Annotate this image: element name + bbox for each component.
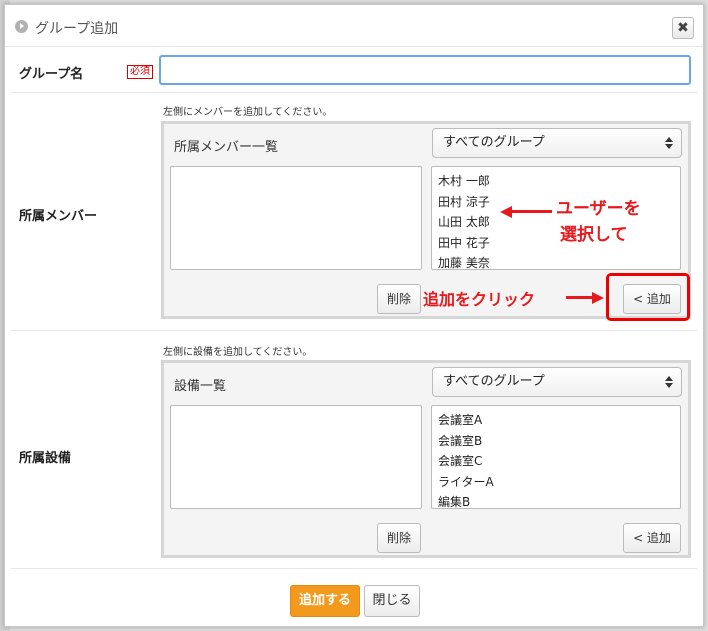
members-panel-label: 所属メンバー一覧 <box>174 140 279 155</box>
list-item[interactable]: 木村 一郎 <box>438 171 674 192</box>
required-badge: 必須 <box>127 65 153 79</box>
dialog-title: グループ追加 <box>35 21 119 37</box>
select-arrows-icon <box>665 137 673 149</box>
members-selected-list[interactable] <box>170 166 422 270</box>
select-arrows-icon <box>665 376 673 388</box>
facilities-label: 所属設備 <box>19 451 72 466</box>
facilities-panel-label: 設備一覧 <box>174 379 227 394</box>
group-name-input[interactable] <box>159 55 691 85</box>
group-name-label: グループ名 <box>19 67 84 82</box>
members-hint: 左側にメンバーを追加してください。 <box>163 107 333 118</box>
add-group-dialog: グループ追加 ✖ グループ名 必須 所属メンバー 左側にメンバーを追加してくださ… <box>4 4 704 627</box>
members-group-select-value: すべてのグループ <box>443 135 545 150</box>
facilities-section: 所属設備 左側に設備を追加してください。 設備一覧 すべてのグループ 会議室A … <box>11 331 697 569</box>
group-name-row: グループ名 必須 <box>11 47 697 93</box>
list-item[interactable]: 加藤 美奈 <box>438 253 674 269</box>
annotation-select-users: ユーザーを 選択して <box>556 196 641 248</box>
annotation-select-line2: 選択して <box>560 225 628 245</box>
facilities-hint: 左側に設備を追加してください。 <box>163 347 313 358</box>
members-delete-button[interactable]: 削除 <box>377 284 421 314</box>
members-group-select[interactable]: すべてのグループ <box>432 128 682 158</box>
annotation-click-add: 追加をクリック <box>423 290 536 309</box>
facilities-add-button[interactable]: < 追加 <box>623 523 681 553</box>
dialog-titlebar: グループ追加 ✖ <box>5 5 703 47</box>
list-item[interactable]: 会議室B <box>438 431 674 452</box>
list-item[interactable]: ライターA <box>438 472 674 493</box>
add-button-highlight <box>606 273 690 321</box>
facilities-selected-list[interactable] <box>170 405 422 509</box>
submit-button[interactable]: 追加する <box>290 585 360 617</box>
list-item[interactable]: 会議室A <box>438 410 674 431</box>
close-button[interactable]: 閉じる <box>364 585 420 617</box>
list-item[interactable]: 編集B <box>438 492 674 508</box>
members-label: 所属メンバー <box>19 209 98 224</box>
chevron-right-icon <box>15 20 28 33</box>
arrow-shaft <box>510 210 552 213</box>
facilities-group-select-value: すべてのグループ <box>443 374 545 389</box>
dialog-footer: 追加する 閉じる <box>5 571 703 627</box>
arrow-right-icon <box>592 292 604 304</box>
facilities-candidate-list[interactable]: 会議室A 会議室B 会議室C ライターA 編集B <box>431 405 681 509</box>
facilities-panel: 設備一覧 すべてのグループ 会議室A 会議室B 会議室C ライターA 編集B 削… <box>161 360 691 558</box>
annotation-select-line1: ユーザーを <box>556 199 641 219</box>
list-item[interactable]: 会議室C <box>438 451 674 472</box>
close-icon[interactable]: ✖ <box>672 17 694 39</box>
arrow-shaft <box>566 296 594 299</box>
facilities-group-select[interactable]: すべてのグループ <box>432 367 682 397</box>
facilities-delete-button[interactable]: 削除 <box>377 523 421 553</box>
